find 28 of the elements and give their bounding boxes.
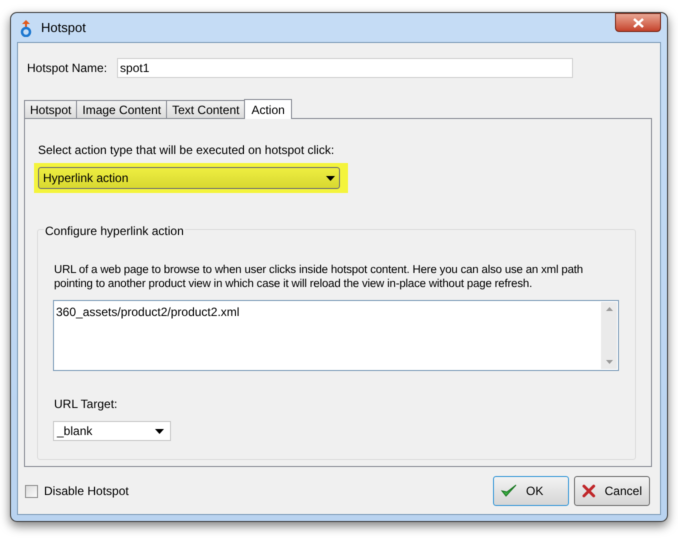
app-icon: [19, 18, 33, 36]
scrollbar[interactable]: [601, 302, 617, 369]
ok-button[interactable]: OK: [493, 476, 569, 506]
checkmark-icon: [501, 484, 517, 498]
checkbox-label: Disable Hotspot: [44, 483, 129, 500]
caret-icon: [155, 428, 164, 434]
url-description: URL of a web page to browse to when user clicks inside hotspot content. Here you can also use an xml path pointing to another product view in which case it will reload the view in-place without page refresh.: [54, 263, 584, 291]
scroll-down-icon: [606, 360, 612, 364]
field-label: Hotspot Name:: [27, 60, 108, 77]
action-type-dropdown[interactable]: Hyperlink action: [38, 167, 340, 189]
tab[interactable]: Action: [244, 99, 292, 119]
close-button[interactable]: [615, 13, 661, 32]
close-icon: [632, 18, 644, 28]
action-type-label: Select action type that will be executed on hotspot click:: [38, 142, 336, 159]
target-label: URL Target:: [54, 396, 118, 413]
cancel-button[interactable]: Cancel: [574, 476, 650, 506]
window-title: Hotspot: [41, 18, 86, 37]
tab[interactable]: Text Content: [166, 100, 246, 118]
caret-icon: [326, 176, 335, 180]
close-icon: [582, 484, 596, 498]
target-dropdown[interactable]: _blank: [53, 421, 171, 441]
tab[interactable]: Image Content: [76, 100, 168, 118]
url-text-area[interactable]: 360_assets/product2/product2.xml: [53, 300, 619, 371]
name-field[interactable]: spot1: [117, 58, 574, 78]
scroll-up-icon: [606, 307, 612, 311]
disable-checkbox[interactable]: [25, 484, 38, 498]
tab[interactable]: Hotspot: [24, 100, 78, 118]
url-text: 360_assets/product2/product2.xml: [55, 304, 240, 321]
